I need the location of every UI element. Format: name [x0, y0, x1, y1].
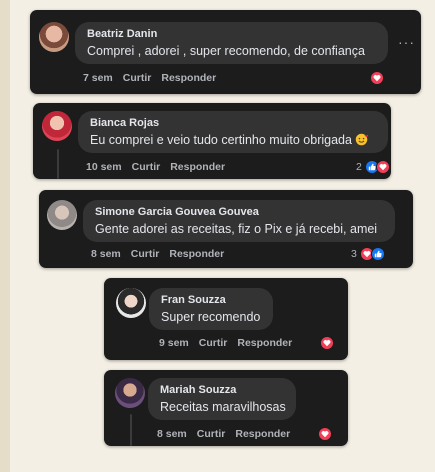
avatar[interactable]: [115, 378, 145, 408]
comment-card-1: Beatriz Danin Comprei , adorei , super r…: [30, 10, 421, 94]
smiling-face-with-hearts-icon: [355, 133, 369, 151]
commenter-name[interactable]: Beatriz Danin: [87, 28, 376, 41]
commenter-name[interactable]: Mariah Souzza: [160, 384, 284, 397]
reaction-summary[interactable]: [320, 336, 334, 350]
comment-bubble: Fran Souzza Super recomendo: [149, 288, 273, 330]
thread-line: [57, 149, 59, 179]
comment-actions: 10 sem Curtir Responder: [86, 161, 225, 173]
comment-card-4: Fran Souzza Super recomendo 9 sem Curtir…: [104, 278, 348, 360]
thread-line: [130, 414, 132, 446]
comment-bubble: Bianca Rojas Eu comprei e veio tudo cert…: [78, 111, 388, 153]
reaction-summary[interactable]: 2: [356, 160, 390, 174]
comment-actions: 7 sem Curtir Responder: [83, 72, 216, 84]
heart-reaction-icon: [318, 427, 332, 441]
reaction-summary[interactable]: [318, 427, 332, 441]
comment-card-2: Bianca Rojas Eu comprei e veio tudo cert…: [33, 103, 391, 179]
avatar[interactable]: [47, 200, 77, 230]
comment-text: Gente adorei as receitas, fiz o Pix e já…: [95, 222, 378, 236]
comment-bubble: Beatriz Danin Comprei , adorei , super r…: [75, 22, 388, 64]
heart-reaction-icon: [375, 160, 390, 174]
like-button[interactable]: Curtir: [199, 337, 228, 349]
page-edge-strip: [0, 0, 10, 472]
like-reaction-icon: [370, 247, 385, 261]
reply-button[interactable]: Responder: [170, 161, 225, 173]
like-button[interactable]: Curtir: [131, 248, 160, 260]
heart-reaction-icon: [320, 336, 334, 350]
comment-text: Comprei , adorei , super recomendo, de c…: [87, 44, 365, 58]
comment-text: Receitas maravilhosas: [160, 400, 286, 414]
reaction-count: 2: [356, 161, 362, 173]
like-button[interactable]: Curtir: [132, 161, 161, 173]
reply-button[interactable]: Responder: [237, 337, 292, 349]
like-button[interactable]: Curtir: [197, 428, 226, 440]
commenter-name[interactable]: Fran Souzza: [161, 294, 261, 307]
reply-button[interactable]: Responder: [169, 248, 224, 260]
timestamp[interactable]: 8 sem: [157, 428, 187, 440]
timestamp[interactable]: 10 sem: [86, 161, 122, 173]
avatar[interactable]: [42, 111, 72, 141]
reaction-summary[interactable]: 3: [351, 247, 385, 261]
comment-bubble: Simone Garcia Gouvea Gouvea Gente adorei…: [83, 200, 395, 242]
more-options-icon[interactable]: ···: [398, 34, 415, 50]
commenter-name[interactable]: Bianca Rojas: [90, 117, 376, 130]
timestamp[interactable]: 8 sem: [91, 248, 121, 260]
timestamp[interactable]: 7 sem: [83, 72, 113, 84]
commenter-name[interactable]: Simone Garcia Gouvea Gouvea: [95, 206, 383, 219]
avatar[interactable]: [116, 288, 146, 318]
reply-button[interactable]: Responder: [235, 428, 290, 440]
reply-button[interactable]: Responder: [161, 72, 216, 84]
comment-actions: 9 sem Curtir Responder: [159, 337, 292, 349]
timestamp[interactable]: 9 sem: [159, 337, 189, 349]
avatar[interactable]: [39, 22, 69, 52]
comment-bubble: Mariah Souzza Receitas maravilhosas: [148, 378, 296, 420]
heart-reaction-icon: [370, 71, 384, 85]
comment-text: Super recomendo: [161, 310, 261, 324]
comment-actions: 8 sem Curtir Responder: [157, 428, 290, 440]
comment-card-5: Mariah Souzza Receitas maravilhosas 8 se…: [104, 370, 348, 446]
reaction-summary[interactable]: [370, 71, 384, 85]
comment-actions: 8 sem Curtir Responder: [91, 248, 224, 260]
reaction-count: 3: [351, 248, 357, 260]
comment-text: Eu comprei e veio tudo certinho muito ob…: [90, 132, 376, 151]
comment-card-3: Simone Garcia Gouvea Gouvea Gente adorei…: [39, 190, 413, 268]
like-button[interactable]: Curtir: [123, 72, 152, 84]
